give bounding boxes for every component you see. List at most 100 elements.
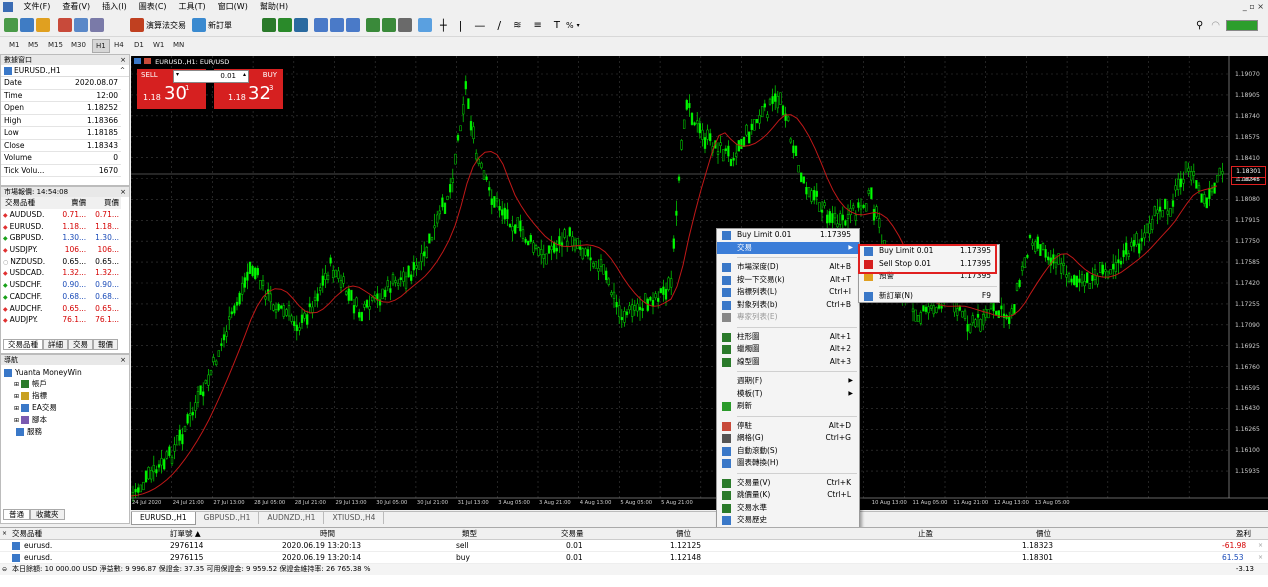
position-row[interactable]: eurusd. 2976115 2020.06.19 13:20:14 buy 0.01… — [0, 552, 1268, 564]
expand-icon[interactable]: ⊞ — [14, 381, 19, 388]
horizontal-line-icon[interactable]: — — [474, 19, 485, 32]
bar-chart-icon[interactable] — [262, 18, 276, 32]
lot-size-input[interactable]: ▾ 0.01 ▴ — [173, 70, 249, 83]
line-chart-icon[interactable] — [294, 18, 308, 32]
chart-area[interactable]: EURUSD.,H1: EUR/USD SELL 1.18 30 1 BUY 1… — [131, 56, 1268, 510]
timeframe-button[interactable]: M1 — [6, 39, 23, 51]
menu-item[interactable]: 窗口(W) — [212, 0, 254, 14]
timeframe-button[interactable]: M15 — [45, 39, 66, 51]
new-order-button[interactable]: 新訂單 — [208, 20, 232, 31]
expand-icon[interactable]: ⊞ — [14, 417, 19, 424]
context-menu-item[interactable]: 市場深度(D) Alt+B — [717, 261, 859, 274]
context-menu-item[interactable]: 模板(T) ▶ — [717, 388, 859, 401]
context-menu-item[interactable]: 交易水準 — [717, 502, 859, 515]
timeframe-button[interactable]: M30 — [68, 39, 89, 51]
expand-icon[interactable]: ⊞ — [14, 393, 19, 400]
menu-item[interactable]: 圖表(C) — [133, 0, 173, 14]
autoscroll-icon[interactable] — [366, 18, 380, 32]
context-menu-item[interactable]: 跳價量(K) Ctrl+L — [717, 489, 859, 502]
market-watch-row[interactable]: ◆ AUDJPY. 76.1... 76.1... — [1, 314, 121, 326]
context-menu-item[interactable]: 交易 ▶ — [717, 241, 859, 254]
col-current-price[interactable]: 價位 — [1036, 528, 1051, 539]
close-icon[interactable]: × — [120, 355, 126, 365]
market-watch-row[interactable]: ◆ GBPUSD. 1.30... 1.30... — [1, 232, 121, 244]
chart-tab[interactable]: AUDNZD.,H1 — [259, 512, 325, 524]
navigator-item[interactable]: 服務 — [4, 426, 126, 438]
context-menu-item[interactable]: 對象列表(b) Ctrl+B — [717, 299, 859, 312]
shapes-button[interactable]: % — [566, 21, 574, 30]
close-position-icon[interactable]: × — [1258, 552, 1263, 563]
market-watch-row[interactable]: ○ NZDUSD. 0.65... 0.65... — [1, 255, 121, 267]
column-header[interactable]: 賣價 — [55, 197, 88, 209]
col-profit[interactable]: 盈利 — [1236, 528, 1251, 539]
close-icon[interactable]: × — [2, 528, 7, 539]
navigator-item[interactable]: ⊞ 帳戶 — [4, 378, 126, 390]
market-watch-row[interactable]: ◆ USDCAD. 1.32... 1.32... — [1, 267, 121, 279]
zoom-out-icon[interactable] — [330, 18, 344, 32]
context-menu-item[interactable]: 刷新 — [717, 400, 859, 413]
market-watch-row[interactable]: ◆ USDCHF. 0.90... 0.90... — [1, 279, 121, 291]
zoom-in-icon[interactable] — [314, 18, 328, 32]
menu-item[interactable]: 工具(T) — [173, 0, 212, 14]
context-menu-item[interactable]: 網格(G) Ctrl+G — [717, 432, 859, 445]
context-menu-item[interactable]: 圖表轉換(H) — [717, 457, 859, 470]
context-menu-item[interactable]: 自動滾動(S) — [717, 445, 859, 458]
market-watch-tab[interactable]: 詳細 — [43, 339, 68, 350]
channel-icon[interactable]: ≋ — [513, 20, 521, 31]
context-menu-item[interactable]: 按一下交易(k) Alt+T — [717, 274, 859, 287]
col-type[interactable]: 類型 — [462, 528, 477, 539]
context-menu-item[interactable]: Buy Limit 0.01 1.17395 — [717, 229, 859, 242]
market-watch-icon[interactable] — [36, 18, 50, 32]
context-menu-item[interactable]: 停駐 Alt+D — [717, 420, 859, 433]
fibonacci-icon[interactable]: ≡ — [533, 20, 541, 31]
chevron-down-icon[interactable]: ▾ — [577, 22, 580, 29]
position-row[interactable]: eurusd. 2976114 2020.06.19 13:20:13 sell 0.0… — [0, 540, 1268, 552]
timeframe-button[interactable]: H4 — [111, 39, 127, 51]
terminal-icon[interactable] — [74, 18, 88, 32]
navigator-tab[interactable]: 收藏夾 — [30, 509, 65, 520]
profiles-icon[interactable] — [20, 18, 34, 32]
col-time[interactable]: 時間 — [320, 528, 335, 539]
col-ticket[interactable]: 訂單號 ▲ — [170, 528, 201, 539]
market-watch-row[interactable]: ◆ CADCHF. 0.68... 0.68... — [1, 291, 121, 303]
algo-trading-button[interactable]: 演算法交易 — [146, 20, 186, 31]
context-menu-item[interactable]: 交易歷史 — [717, 514, 859, 527]
chevron-up-icon[interactable]: ▴ — [243, 71, 246, 78]
submenu-item[interactable]: 新訂單(N) F9 — [859, 290, 999, 303]
expand-icon[interactable]: ⊞ — [14, 405, 19, 412]
context-menu-item[interactable]: 線型圖 Alt+3 — [717, 356, 859, 369]
navigator-icon[interactable] — [58, 18, 72, 32]
chevron-up-icon[interactable]: ^ — [120, 65, 125, 76]
menu-item[interactable]: 插入(I) — [96, 0, 133, 14]
timeframe-button[interactable]: MN — [170, 39, 187, 51]
context-menu-item[interactable]: 指標列表(L) Ctrl+I — [717, 286, 859, 299]
timeframe-button[interactable]: M5 — [25, 39, 42, 51]
market-watch-row[interactable]: ◆ EURUSD. 1.18... 1.18... — [1, 220, 121, 232]
menu-item[interactable]: 幫助(H) — [254, 0, 294, 14]
market-watch-tab[interactable]: 交易品種 — [3, 339, 43, 350]
navigator-item[interactable]: ⊞ 指標 — [4, 390, 126, 402]
context-menu-item[interactable]: 蠟燭圖 Alt+2 — [717, 343, 859, 356]
new-chart-icon[interactable] — [4, 18, 18, 32]
context-menu-item[interactable]: 週期(F) ▶ — [717, 375, 859, 388]
crosshair-icon[interactable]: ┼ — [440, 19, 447, 32]
market-watch-tab[interactable]: 報價 — [93, 339, 118, 350]
data-window-symbol[interactable]: EURUSD.,H1 ^ — [1, 65, 129, 77]
navigator-item[interactable]: ⊞ EA交易 — [4, 402, 126, 414]
menu-item[interactable]: 查看(V) — [56, 0, 96, 14]
navigator-item[interactable]: ⊞ 腳本 — [4, 414, 126, 426]
chevron-down-icon[interactable]: ▾ — [176, 71, 179, 78]
column-header[interactable]: 交易品種 — [1, 197, 55, 209]
close-icon[interactable]: × — [120, 187, 126, 197]
column-header[interactable]: 買價 — [88, 197, 121, 209]
navigator-root[interactable]: Yuanta MoneyWin — [4, 367, 126, 378]
context-menu-item[interactable]: 專家列表(E) — [717, 311, 859, 324]
indicators-icon[interactable] — [398, 18, 412, 32]
cursor-icon[interactable] — [418, 18, 432, 32]
col-tp[interactable]: 止盈 — [918, 528, 933, 539]
close-icon[interactable]: × — [120, 55, 126, 65]
window-controls[interactable]: _ ▫ × — [1243, 0, 1264, 14]
chart-tab[interactable]: GBPUSD.,H1 — [196, 512, 260, 524]
context-menu-item[interactable]: 柱形圖 Alt+1 — [717, 331, 859, 344]
market-watch-row[interactable]: ◆ AUDCHF. 0.65... 0.65... — [1, 302, 121, 314]
